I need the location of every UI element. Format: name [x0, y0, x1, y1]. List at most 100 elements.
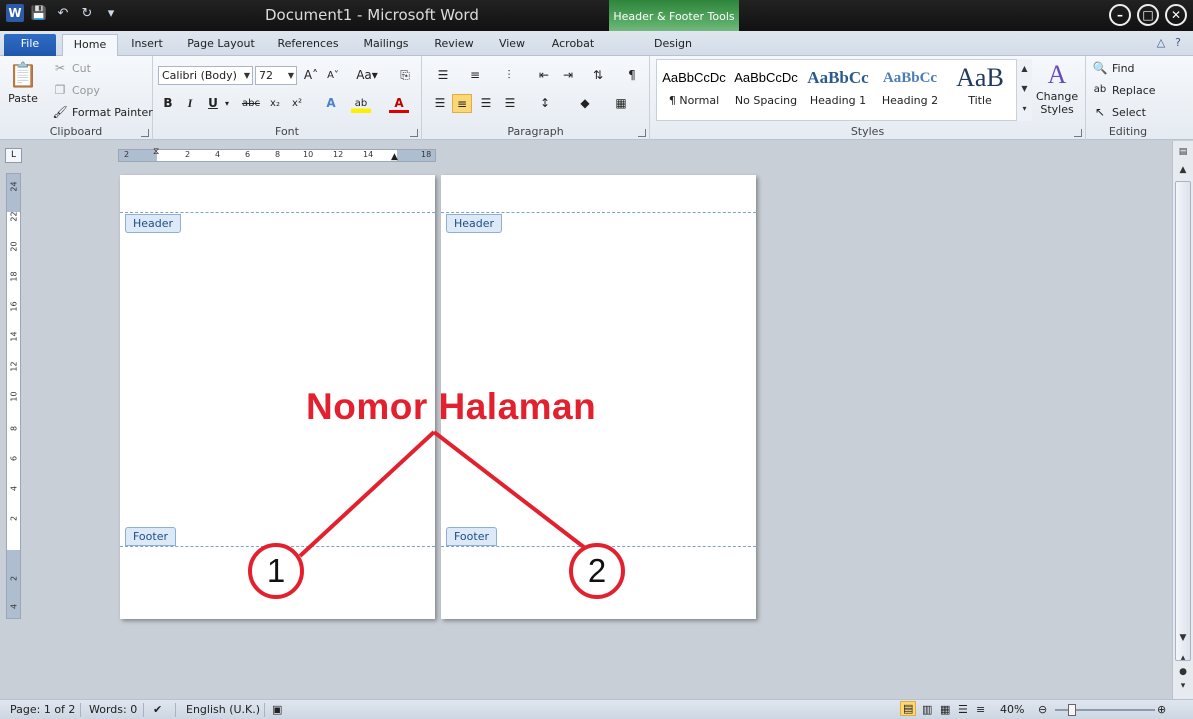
align-right-icon[interactable]: ☰: [476, 94, 496, 113]
style-heading-1[interactable]: AaBbCc Heading 1: [802, 62, 874, 118]
footer-tag[interactable]: Footer: [125, 527, 176, 546]
footer-tag[interactable]: Footer: [446, 527, 497, 546]
maximize-icon[interactable]: □: [1137, 4, 1159, 26]
header-tag[interactable]: Header: [446, 214, 503, 233]
paragraph-launcher-icon[interactable]: [638, 129, 646, 137]
page-number-1[interactable]: 1: [248, 543, 304, 599]
multilevel-list-icon[interactable]: ⫶: [496, 66, 522, 85]
select-button[interactable]: ↖ Select: [1092, 104, 1146, 120]
undo-icon[interactable]: ↶: [54, 4, 72, 22]
cut-button[interactable]: ✂ Cut: [52, 60, 91, 76]
help-icon[interactable]: ?: [1175, 36, 1181, 49]
copy-button[interactable]: ❐ Copy: [52, 82, 100, 98]
pilcrow-icon[interactable]: ¶: [622, 66, 642, 85]
draft-icon[interactable]: ≡: [976, 703, 985, 716]
underline-icon[interactable]: U: [203, 94, 223, 113]
zoom-level[interactable]: 40%: [1000, 703, 1024, 716]
scrollbar-thumb[interactable]: [1175, 181, 1191, 661]
find-button[interactable]: 🔍 Find: [1092, 60, 1135, 76]
justify-icon[interactable]: ☰: [500, 94, 520, 113]
zoom-slider-knob[interactable]: [1068, 704, 1076, 716]
subscript-icon[interactable]: x₂: [265, 94, 285, 113]
print-layout-icon[interactable]: ▤: [900, 701, 917, 716]
indent-marker-icon[interactable]: ⧖: [153, 147, 159, 157]
styles-launcher-icon[interactable]: [1074, 129, 1082, 137]
italic-icon[interactable]: I: [180, 94, 200, 113]
clipboard-launcher-icon[interactable]: [141, 129, 149, 137]
change-case-icon[interactable]: Aa▾: [353, 66, 381, 85]
close-icon[interactable]: ✕: [1165, 4, 1187, 26]
header-tag[interactable]: Header: [125, 214, 182, 233]
style-heading-2[interactable]: AaBbCc Heading 2: [874, 62, 946, 118]
align-center-icon[interactable]: ≡: [452, 94, 472, 113]
shading-icon[interactable]: ◆: [572, 94, 598, 113]
tab-home[interactable]: Home: [62, 34, 118, 57]
chevron-down-icon[interactable]: ▼: [1017, 79, 1032, 99]
chevron-down-icon[interactable]: ▾: [221, 94, 233, 113]
bold-icon[interactable]: B: [158, 94, 178, 113]
tab-insert[interactable]: Insert: [124, 34, 170, 56]
next-page-icon[interactable]: ▾: [1176, 679, 1190, 693]
decrease-indent-icon[interactable]: ⇤: [534, 66, 554, 85]
superscript-icon[interactable]: x²: [287, 94, 307, 113]
tab-view[interactable]: View: [491, 34, 533, 56]
previous-page-icon[interactable]: ▴: [1176, 651, 1190, 665]
style-normal[interactable]: AaBbCcDc ¶ Normal: [658, 62, 730, 118]
vertical-scrollbar[interactable]: ▤ ▲ ▼ ▴ ● ▾: [1172, 141, 1193, 699]
change-styles-button[interactable]: A Change Styles: [1036, 60, 1078, 116]
word-count[interactable]: Words: 0: [89, 703, 137, 716]
redo-icon[interactable]: ↻: [78, 4, 96, 22]
format-painter-button[interactable]: 🖌 Format Painter: [52, 104, 152, 120]
style-title[interactable]: AaB Title: [944, 62, 1016, 118]
save-icon[interactable]: 💾: [30, 4, 48, 22]
minimize-ribbon-icon[interactable]: △: [1157, 36, 1165, 49]
tab-file[interactable]: File: [4, 34, 56, 56]
customize-qat-icon[interactable]: ▾: [102, 4, 120, 22]
page-count[interactable]: Page: 1 of 2: [10, 703, 75, 716]
chevron-up-icon[interactable]: ▲: [1176, 163, 1190, 177]
styles-gallery-scroll[interactable]: ▲ ▼ ▾: [1016, 59, 1032, 121]
strikethrough-icon[interactable]: abc: [239, 94, 263, 113]
tab-mailings[interactable]: Mailings: [355, 34, 417, 56]
more-styles-icon[interactable]: ▾: [1017, 99, 1032, 119]
macro-icon[interactable]: ▣: [272, 703, 282, 716]
font-family-combo[interactable]: Calibri (Body) ▼: [158, 66, 253, 85]
horizontal-ruler[interactable]: 2 2 4 6 8 10 12 14 18 ⧖ ▲: [118, 147, 436, 162]
language[interactable]: English (U.K.): [186, 703, 260, 716]
grow-font-icon[interactable]: A˄: [301, 66, 321, 85]
borders-icon[interactable]: ▦: [608, 94, 634, 113]
text-effects-icon[interactable]: A: [321, 94, 341, 113]
highlight-icon[interactable]: ab: [351, 94, 371, 113]
shrink-font-icon[interactable]: A˅: [323, 66, 343, 85]
tab-acrobat[interactable]: Acrobat: [544, 34, 602, 56]
zoom-in-icon[interactable]: ⊕: [1157, 703, 1166, 716]
chevron-down-icon[interactable]: ▼: [1176, 631, 1190, 645]
zoom-out-icon[interactable]: ⊖: [1038, 703, 1047, 716]
full-screen-reading-icon[interactable]: ▥: [922, 703, 932, 716]
page-number-2[interactable]: 2: [569, 543, 625, 599]
align-left-icon[interactable]: ☰: [430, 94, 450, 113]
font-launcher-icon[interactable]: [410, 129, 418, 137]
outline-icon[interactable]: ☰: [958, 703, 968, 716]
font-size-combo[interactable]: 72 ▼: [255, 66, 297, 85]
clear-formatting-icon[interactable]: ⎘: [395, 66, 415, 85]
tab-references[interactable]: References: [271, 34, 345, 56]
style-no-spacing[interactable]: AaBbCcDc No Spacing: [730, 62, 802, 118]
tab-selector-icon[interactable]: L: [5, 148, 22, 163]
word-logo-icon[interactable]: W: [6, 4, 24, 22]
replace-button[interactable]: ab Replace: [1092, 82, 1156, 98]
font-color-icon[interactable]: A: [389, 94, 409, 113]
sort-icon[interactable]: ⇅: [588, 66, 608, 85]
numbering-icon[interactable]: ≡: [462, 66, 488, 85]
line-spacing-icon[interactable]: ↕: [532, 94, 558, 113]
ruler-view-icon[interactable]: ▤: [1176, 145, 1190, 159]
tab-page-layout[interactable]: Page Layout: [182, 34, 260, 56]
proofing-icon[interactable]: ✔: [153, 703, 162, 716]
browse-object-icon[interactable]: ●: [1176, 665, 1190, 679]
tab-review[interactable]: Review: [428, 34, 480, 56]
increase-indent-icon[interactable]: ⇥: [558, 66, 578, 85]
paste-button[interactable]: 📋 Paste: [8, 60, 38, 105]
tab-design[interactable]: Design: [640, 34, 706, 56]
minimize-icon[interactable]: –: [1109, 4, 1131, 26]
web-layout-icon[interactable]: ▦: [940, 703, 950, 716]
